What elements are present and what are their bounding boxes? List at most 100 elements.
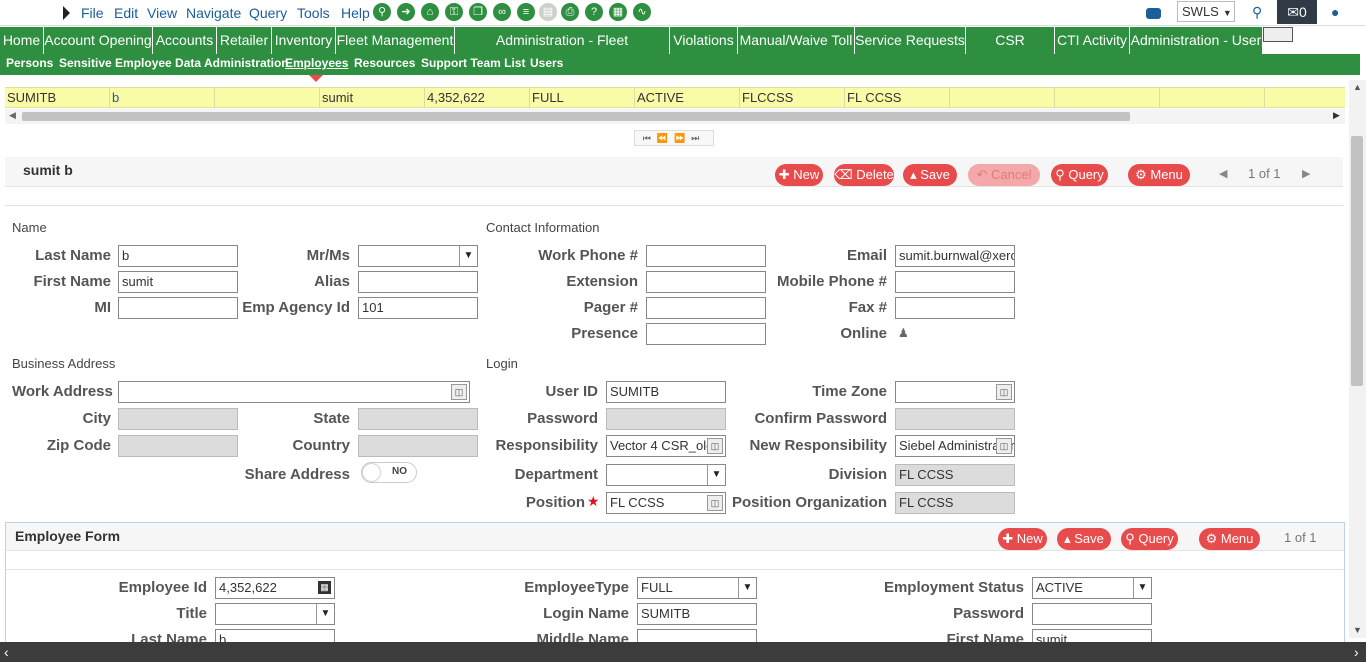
- tab-administration-user[interactable]: Administration - User: [1130, 27, 1262, 54]
- tab-retailer[interactable]: Retailer: [217, 27, 271, 54]
- title-select[interactable]: ▼: [215, 603, 335, 625]
- subtab-employees[interactable]: Employees: [285, 56, 348, 70]
- scroll-right-arrow-icon[interactable]: ›: [1354, 642, 1359, 662]
- scroll-right-icon[interactable]: ▶: [1333, 110, 1340, 121]
- table-row[interactable]: SUMITB b sumit 4,352,622 FULL ACTIVE FLC…: [5, 87, 1345, 108]
- subtab-persons[interactable]: Persons: [6, 56, 53, 70]
- tab-cti-activity[interactable]: CTI Activity: [1055, 27, 1129, 54]
- help-icon[interactable]: ?: [585, 3, 603, 21]
- employee-new-button[interactable]: ✚ New: [998, 528, 1047, 550]
- subtab-sensitive-employee-data[interactable]: Sensitive Employee Data Administration: [59, 56, 289, 70]
- tab-accounts[interactable]: Accounts: [153, 27, 216, 54]
- forward-icon[interactable]: ➜: [397, 3, 415, 21]
- chat-icon[interactable]: [1146, 8, 1161, 19]
- picker-icon[interactable]: ◫: [707, 438, 723, 454]
- email-field[interactable]: sumit.burnwal@xerox.com: [895, 245, 1015, 267]
- scroll-thumb[interactable]: [22, 112, 1130, 121]
- key-icon[interactable]: ⚿: [445, 3, 463, 21]
- print-icon[interactable]: ⎙: [561, 3, 579, 21]
- time-zone-field[interactable]: ◫: [895, 381, 1015, 403]
- report-icon[interactable]: ▦: [609, 3, 627, 21]
- emp-agency-id-field[interactable]: 101: [358, 297, 478, 319]
- mi-field[interactable]: [118, 297, 238, 319]
- department-select[interactable]: ▼: [606, 464, 726, 486]
- menu-edit[interactable]: Edit: [114, 5, 138, 21]
- link-icon[interactable]: ∞: [493, 3, 511, 21]
- login-name-field[interactable]: SUMITB: [637, 603, 757, 625]
- mrms-select[interactable]: ▼: [358, 245, 478, 267]
- tab-inventory[interactable]: Inventory: [272, 27, 335, 54]
- employee-password-field[interactable]: [1032, 603, 1152, 625]
- tab-fleet-management[interactable]: Fleet Management: [336, 27, 454, 54]
- picker-icon[interactable]: ◫: [996, 438, 1012, 454]
- save-button[interactable]: ▴ Save: [903, 164, 957, 186]
- user-id-field[interactable]: SUMITB: [606, 381, 726, 403]
- notifications-button[interactable]: ✉0: [1277, 0, 1317, 24]
- employee-save-button[interactable]: ▴ Save: [1057, 528, 1111, 550]
- copy-icon[interactable]: ❐: [469, 3, 487, 21]
- employee-query-button[interactable]: ⚲ Query: [1121, 528, 1178, 550]
- tab-manual-waive-toll[interactable]: Manual/Waive Toll: [738, 27, 854, 54]
- menu-navigate[interactable]: Navigate: [186, 5, 241, 21]
- scroll-left-icon[interactable]: ◀: [9, 110, 16, 121]
- scroll-down-icon[interactable]: ▼: [1353, 625, 1362, 635]
- scroll-left-arrow-icon[interactable]: ‹: [4, 642, 9, 662]
- share-address-toggle[interactable]: NO: [361, 462, 417, 483]
- new-button[interactable]: ✚ New: [775, 164, 823, 186]
- menu-tools[interactable]: Tools: [297, 5, 330, 21]
- new-responsibility-field[interactable]: Siebel Administrator ◫: [895, 435, 1015, 457]
- employee-type-select[interactable]: FULL ▼: [637, 577, 757, 599]
- mobile-phone-field[interactable]: [895, 271, 1015, 293]
- list-icon[interactable]: ≡: [517, 3, 535, 21]
- responsibility-field[interactable]: Vector 4 CSR_old ◫: [606, 435, 726, 457]
- calculator-icon[interactable]: ▦: [318, 581, 331, 594]
- site-selector[interactable]: SWLS ▼: [1177, 1, 1235, 22]
- tab-home[interactable]: Home: [0, 27, 43, 54]
- position-field[interactable]: FL CCSS ◫: [606, 492, 726, 514]
- employee-menu-button[interactable]: ⚙ Menu: [1199, 528, 1260, 550]
- employee-query-label: Query: [1138, 531, 1174, 546]
- subtab-resources[interactable]: Resources: [354, 56, 415, 70]
- tab-administration-fleet-management[interactable]: Administration - Fleet Management: [455, 27, 669, 75]
- picker-icon[interactable]: ◫: [996, 384, 1012, 400]
- subtab-users[interactable]: Users: [530, 56, 563, 70]
- employment-status-select[interactable]: ACTIVE ▼: [1032, 577, 1152, 599]
- last-name-field[interactable]: b: [118, 245, 238, 267]
- next-record-icon[interactable]: ▶: [1302, 167, 1310, 180]
- employee-id-field[interactable]: 4,352,622 ▦: [215, 577, 335, 599]
- search-icon[interactable]: ⚲: [373, 3, 391, 21]
- label-email: Email: [846, 247, 887, 264]
- first-name-field[interactable]: sumit: [118, 271, 238, 293]
- home-icon[interactable]: ⌂: [421, 3, 439, 21]
- chart-icon[interactable]: ∿: [633, 3, 651, 21]
- alias-field[interactable]: [358, 271, 478, 293]
- menu-help[interactable]: Help: [341, 5, 370, 21]
- user-icon[interactable]: ●: [1331, 4, 1339, 20]
- menu-view[interactable]: View: [147, 5, 177, 21]
- tab-account-opening[interactable]: Account Opening: [44, 27, 152, 54]
- tab-violations[interactable]: Violations: [670, 27, 737, 54]
- picker-icon[interactable]: ◫: [451, 384, 467, 400]
- horizontal-scrollbar[interactable]: ◀ ▶: [5, 109, 1345, 124]
- scroll-up-icon[interactable]: ▲: [1353, 82, 1362, 92]
- menu-file[interactable]: File: [81, 5, 104, 21]
- menu-query[interactable]: Query: [249, 5, 287, 21]
- vertical-scrollbar[interactable]: ▲ ▼: [1349, 80, 1366, 638]
- menu-collapse-icon[interactable]: [63, 6, 70, 20]
- tab-service-requests[interactable]: Service Requests: [855, 27, 965, 54]
- menu-button[interactable]: ⚙ Menu: [1128, 164, 1190, 186]
- prev-record-icon[interactable]: ◀: [1219, 167, 1227, 180]
- subtab-support-team-list[interactable]: Support Team List: [421, 56, 525, 70]
- vertical-scroll-thumb[interactable]: [1351, 136, 1363, 386]
- global-search-icon[interactable]: ⚲: [1252, 4, 1262, 21]
- zip-code-field: [118, 435, 238, 457]
- tab-csr-closeout[interactable]: CSR Closeout: [966, 27, 1054, 75]
- query-button[interactable]: ⚲ Query: [1051, 164, 1108, 186]
- more-tabs-box[interactable]: [1263, 27, 1293, 42]
- work-address-field[interactable]: ◫: [118, 381, 470, 403]
- list-cell-last-name[interactable]: b: [110, 88, 215, 108]
- picker-icon[interactable]: ◫: [707, 495, 723, 511]
- fax-field[interactable]: [895, 297, 1015, 319]
- delete-button[interactable]: ⌫ Delete: [834, 164, 894, 186]
- list-pager[interactable]: ⏮⏪⏩⏭: [634, 130, 714, 146]
